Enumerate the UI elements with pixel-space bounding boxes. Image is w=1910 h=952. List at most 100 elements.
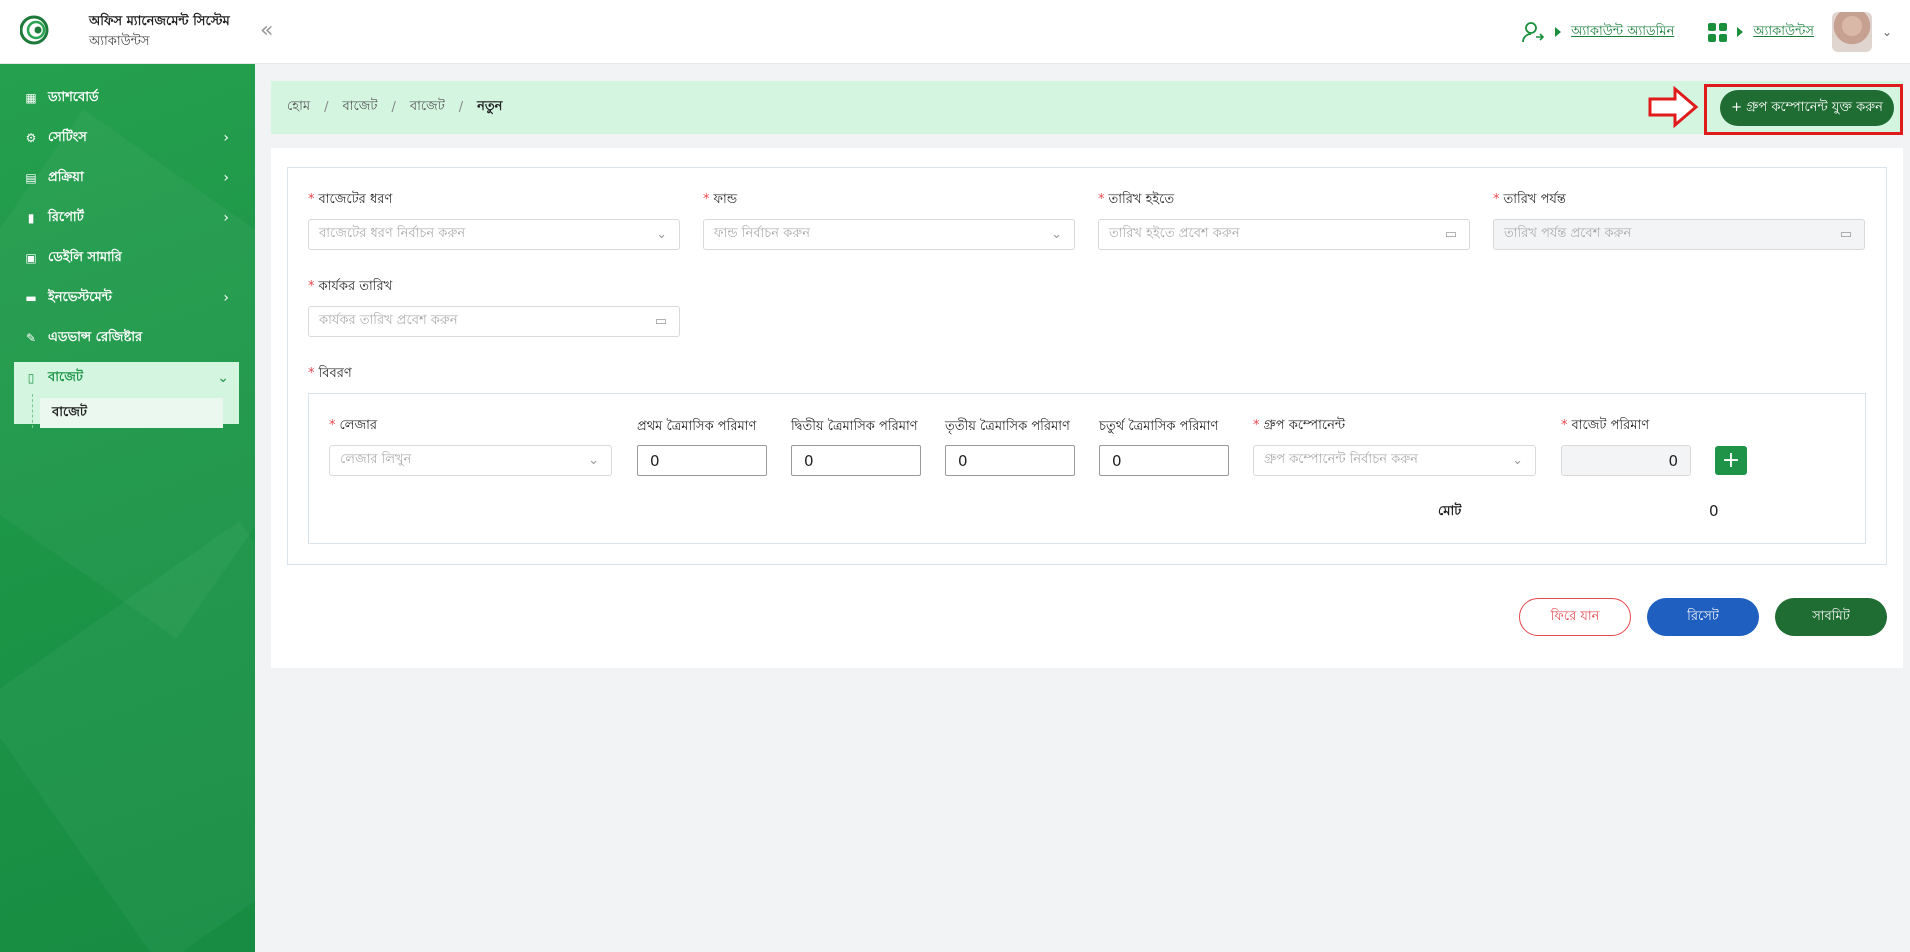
fund-label: * ফান্ড: [703, 192, 738, 207]
breadcrumb-home[interactable]: হোম: [287, 97, 310, 118]
q3-amount-input[interactable]: 0: [945, 445, 1075, 476]
budget-type-label: * বাজেটের ধরণ: [308, 192, 393, 207]
calendar-icon: ▭: [1444, 227, 1457, 242]
breadcrumb-budget[interactable]: বাজেট: [342, 97, 377, 118]
register-icon: ✎: [25, 331, 37, 345]
group-component-select[interactable]: গ্রুপ কম্পোনেন্ট নির্বাচন করুন ⌄: [1253, 445, 1536, 476]
chevron-right-icon: ›: [223, 130, 229, 146]
q2-amount-input[interactable]: 0: [791, 445, 921, 476]
app-title: অফিস ম্যানেজমেন্ট সিস্টেম: [89, 14, 230, 29]
collapse-sidebar-icon[interactable]: «: [260, 18, 273, 43]
app-subtitle: অ্যাকাউন্টস: [89, 34, 150, 49]
total-label: মোট: [1438, 504, 1462, 519]
sidebar-item-report[interactable]: ▮ রিপোর্ট ›: [14, 198, 239, 238]
gear-icon: ⚙: [25, 131, 37, 145]
logo-icon: [20, 15, 49, 45]
calendar-icon: ▭: [1839, 227, 1852, 242]
back-button[interactable]: ফিরে যান: [1519, 598, 1631, 636]
ledger-placeholder: লেজার লিখুন: [340, 452, 412, 467]
breadcrumb-budget-list[interactable]: বাজেট: [410, 97, 445, 118]
budget-amount-label: * বাজেট পরিমাণ: [1561, 418, 1650, 433]
fund-select[interactable]: ফান্ড নির্বাচন করুন ⌄: [703, 219, 1075, 250]
reset-button[interactable]: রিসেট: [1647, 598, 1759, 636]
report-icon: ▮: [27, 211, 35, 225]
q2-label: দ্বিতীয় ত্রৈমাসিক পরিমাণ: [791, 419, 918, 434]
summary-icon: ▣: [25, 251, 37, 265]
ledger-label: * লেজার: [329, 418, 378, 433]
chevron-down-icon: ⌄: [1512, 453, 1523, 468]
q4-label: চতুর্থ ত্রৈমাসিক পরিমাণ: [1099, 419, 1219, 434]
q1-label: প্রথম ত্রৈমাসিক পরিমাণ: [637, 419, 757, 434]
submenu-guide-line: [32, 394, 33, 428]
group-component-label: * গ্রুপ কম্পোনেন্ট: [1253, 418, 1346, 433]
caret-right-icon: [1555, 27, 1562, 37]
sidebar-item-dashboard[interactable]: ▦ ড্যাশবোর্ড: [14, 78, 239, 118]
submit-button[interactable]: সাবমিট: [1775, 598, 1887, 636]
sidebar-item-process[interactable]: ▤ প্রক্রিয়া ›: [14, 158, 239, 198]
date-from-label: * তারিখ হইতে: [1098, 192, 1175, 207]
breadcrumb-separator: /: [391, 100, 396, 115]
group-component-placeholder: গ্রুপ কম্পোনেন্ট নির্বাচন করুন: [1264, 452, 1418, 467]
apps-grid-icon: [1708, 22, 1728, 42]
date-to-input[interactable]: তারিখ পর্যন্ত প্রবেশ করুন ▭: [1493, 219, 1865, 250]
chevron-down-icon[interactable]: ⌄: [1882, 25, 1892, 39]
budget-type-select[interactable]: বাজেটের ধরণ নির্বাচন করুন ⌄: [308, 219, 680, 250]
chevron-down-icon: ⌄: [656, 227, 667, 242]
calendar-icon: ▭: [654, 314, 667, 329]
sidebar-item-label: প্রক্রিয়া: [48, 169, 84, 185]
total-value: 0: [1709, 502, 1719, 520]
investment-icon: ▬: [25, 291, 37, 305]
q3-label: তৃতীয় ত্রৈমাসিক পরিমাণ: [945, 419, 1070, 434]
chevron-down-icon: ⌄: [1051, 227, 1062, 242]
date-from-input[interactable]: তারিখ হইতে প্রবেশ করুন ▭: [1098, 219, 1470, 250]
avatar[interactable]: [1831, 12, 1872, 52]
date-from-placeholder: তারিখ হইতে প্রবেশ করুন: [1109, 226, 1240, 241]
date-to-placeholder: তারিখ পর্যন্ত প্রবেশ করুন: [1504, 226, 1632, 241]
date-to-label: * তারিখ পর্যন্ত: [1493, 192, 1566, 207]
effective-date-input[interactable]: কার্যকর তারিখ প্রবেশ করুন ▭: [308, 306, 680, 337]
sidebar-item-label: এডভান্স রেজিষ্টার: [48, 329, 143, 345]
sidebar-item-label: বাজেট: [48, 369, 83, 385]
chevron-down-icon: ⌄: [588, 453, 599, 468]
breadcrumb-separator: /: [324, 100, 329, 115]
budget-type-placeholder: বাজেটের ধরণ নির্বাচন করুন: [319, 226, 466, 241]
sidebar-item-advance-register[interactable]: ✎ এডভান্স রেজিষ্টার: [14, 318, 239, 358]
sidebar-subitem-budget[interactable]: বাজেট: [40, 398, 223, 428]
sidebar-subitem-label: বাজেট: [52, 404, 87, 420]
process-icon: ▤: [25, 171, 37, 185]
dashboard-icon: ▦: [25, 91, 37, 105]
sidebar-item-daily-summary[interactable]: ▣ ডেইলি সামারি: [14, 238, 239, 278]
effective-date-placeholder: কার্যকর তারিখ প্রবেশ করুন: [319, 313, 458, 328]
accounts-link[interactable]: অ্যাকাউন্টস: [1753, 22, 1814, 43]
user-switch-icon: [1522, 22, 1545, 43]
budget-amount-input[interactable]: 0: [1561, 445, 1691, 476]
breadcrumb-current: নতুন: [477, 99, 503, 114]
header-right: অ্যাকাউন্ট অ্যাডমিন অ্যাকাউন্টস ⌄: [1521, 12, 1892, 52]
budget-icon: ▯: [27, 371, 35, 385]
chevron-right-icon: ›: [223, 210, 229, 226]
fund-placeholder: ফান্ড নির্বাচন করুন: [714, 226, 811, 241]
add-row-button[interactable]: +: [1715, 446, 1747, 475]
caret-right-icon: [1737, 27, 1744, 37]
description-label: * বিবরণ: [308, 366, 352, 381]
sidebar-item-settings[interactable]: ⚙ সেটিংস ›: [14, 118, 239, 158]
chevron-right-icon: ›: [223, 170, 229, 186]
q1-amount-input[interactable]: 0: [637, 445, 767, 476]
sidebar-item-budget[interactable]: ▯ বাজেট ⌄: [14, 358, 239, 398]
sidebar-item-label: ডেইলি সামারি: [48, 249, 122, 265]
sidebar-item-label: সেটিংস: [48, 129, 87, 145]
effective-date-label: * কার্যকর তারিখ: [308, 279, 393, 294]
chevron-right-icon: ›: [223, 290, 229, 306]
sidebar-item-label: ড্যাশবোর্ড: [48, 89, 99, 105]
chevron-down-icon: ⌄: [217, 370, 229, 386]
sidebar-item-label: রিপোর্ট: [48, 209, 84, 225]
q4-amount-input[interactable]: 0: [1099, 445, 1229, 476]
breadcrumb-separator: /: [458, 100, 464, 115]
sidebar-item-investment[interactable]: ▬ ইনভেস্টমেন্ট ›: [14, 278, 239, 318]
ledger-select[interactable]: লেজার লিখুন ⌄: [329, 445, 612, 476]
top-header: অফিস ম্যানেজমেন্ট সিস্টেম অ্যাকাউন্টস « …: [0, 0, 1910, 64]
red-arrow-annotation-icon: [1648, 85, 1699, 129]
sidebar-item-label: ইনভেস্টমেন্ট: [48, 289, 112, 305]
account-admin-link[interactable]: অ্যাকাউন্ট অ্যাডমিন: [1571, 22, 1674, 43]
add-group-component-button[interactable]: + গ্রুপ কম্পোনেন্ট যুক্ত করুন: [1720, 90, 1894, 126]
